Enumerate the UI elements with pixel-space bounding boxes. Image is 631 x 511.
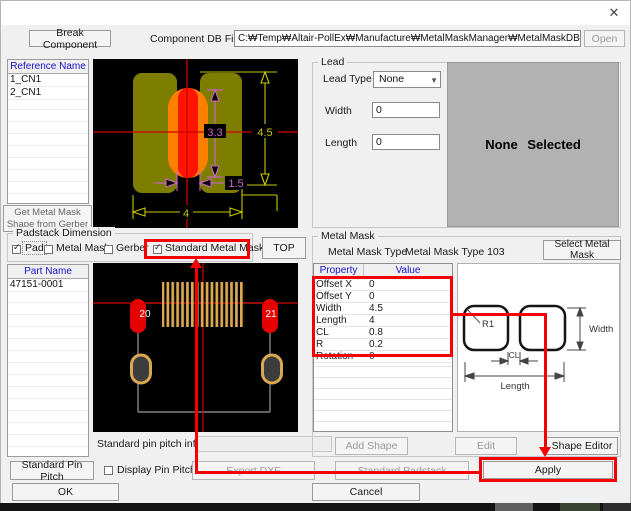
dim-3-3-label: 3.3 (207, 127, 222, 139)
component-db-path-input[interactable] (234, 30, 581, 47)
ok-button[interactable]: OK (12, 483, 119, 501)
cl-dim-label: CL (509, 350, 520, 360)
dim-4-label: 4 (183, 208, 189, 220)
length-dim-label: Length (500, 381, 529, 392)
part-name-list[interactable]: Part Name 47151-0001 (7, 264, 89, 457)
annotation-box-property-table (312, 276, 453, 357)
width-dim-label: Width (589, 324, 613, 335)
lead-inner (178, 88, 198, 178)
standard-pin-pitch-button[interactable]: Standard Pin Pitch (10, 461, 94, 480)
metal-mask-manager-dialog: ✕ Break Component Component DB File Open… (0, 0, 631, 511)
annotation-line-horizontal (196, 471, 481, 474)
lead-length-label: Length (325, 137, 357, 149)
select-metal-mask-button[interactable]: Select Metal Mask (543, 240, 621, 260)
component-db-file-label: Component DB File (150, 33, 242, 45)
mount-hole-left (132, 355, 151, 383)
reference-name-list[interactable]: Reference Name 1_CN1 2_CN1 (7, 59, 89, 204)
gerber-checkbox[interactable] (104, 245, 113, 254)
length-dimension (465, 362, 564, 382)
chevron-down-icon[interactable]: ▼ (430, 73, 438, 88)
lead-width-label: Width (325, 105, 352, 117)
lead-width-input[interactable] (372, 102, 440, 118)
metal-mask-checkbox[interactable] (44, 245, 53, 254)
connector-pin-array (162, 282, 245, 327)
break-component-button[interactable]: Break Component (29, 30, 111, 47)
lead-preview-panel: None Selected (447, 62, 619, 227)
empty-rows (8, 98, 88, 203)
lead-type-label: Lead Type (323, 73, 372, 85)
display-pin-pitch-label[interactable]: Display Pin Pitch (117, 464, 196, 476)
shape-editor-button[interactable]: Shape Editor (546, 437, 618, 455)
lead-type-combobox[interactable]: None ▼ (373, 71, 441, 88)
annotation-box-apply (479, 457, 617, 482)
annotation-box-standard-metal-mask (144, 239, 250, 259)
metal-mask-shape-preview: R1 Width CL Length (457, 263, 620, 432)
part-name-header: Part Name (8, 265, 88, 279)
annotation-line-horizontal-2 (452, 313, 546, 316)
padstack-dimension-title: Padstack Dimension (13, 227, 115, 239)
check-icon: ✓ (13, 243, 21, 252)
standard-pin-pitch-info-label: Standard pin pitch info (97, 438, 202, 450)
shape-preview-canvas: R1 Width CL Length (458, 264, 619, 431)
metal-mask-group-title: Metal Mask (318, 230, 378, 242)
lead-group-title: Lead (318, 56, 347, 68)
pin-20-label: 20 (139, 309, 151, 320)
pad-checkbox[interactable]: ✓ (12, 245, 21, 254)
none-selected-text: None Selected (485, 137, 581, 152)
annotation-line-vertical (195, 267, 198, 474)
dim-1-5-label: 1.5 (228, 178, 243, 190)
title-bar (0, 0, 631, 25)
pin-21-label: 21 (265, 309, 277, 320)
display-pin-pitch-checkbox[interactable] (104, 466, 113, 475)
reference-name-header: Reference Name (8, 60, 88, 74)
close-icon[interactable]: ✕ (604, 4, 624, 22)
metal-mask-type-label: Metal Mask Type (328, 246, 407, 258)
annotation-line-vertical-2 (544, 313, 547, 447)
top-view-button[interactable]: TOP (262, 237, 306, 259)
lead-type-value: None (379, 73, 404, 85)
metal-mask-checkbox-label[interactable]: Metal Mask (56, 242, 110, 254)
open-button[interactable]: Open (584, 30, 625, 47)
taskbar-item (495, 503, 533, 511)
width-dimension (567, 308, 586, 350)
empty-rows (8, 291, 88, 456)
list-item[interactable]: 1_CN1 (8, 74, 88, 87)
add-shape-button[interactable]: Add Shape (335, 437, 408, 455)
radius-label: R1 (482, 319, 494, 330)
pad-checkbox-label[interactable]: Pad (23, 242, 46, 254)
dim-4-5-label: 4.5 (257, 127, 272, 139)
radius-leader-line (467, 309, 480, 323)
cancel-button[interactable]: Cancel (312, 483, 420, 501)
edit-button[interactable]: Edit (455, 437, 517, 455)
taskbar-item (560, 503, 600, 511)
annotation-arrow-down-icon (539, 447, 551, 457)
taskbar-item (603, 503, 631, 511)
mount-hole-right (263, 355, 282, 383)
pad-preview-canvas[interactable]: 3.3 4.5 1.5 4 (93, 59, 298, 228)
lead-length-input[interactable] (372, 134, 440, 150)
metal-mask-type-value: Metal Mask Type 103 (405, 246, 505, 258)
empty-rows (314, 356, 452, 431)
taskbar-strip (0, 503, 631, 511)
